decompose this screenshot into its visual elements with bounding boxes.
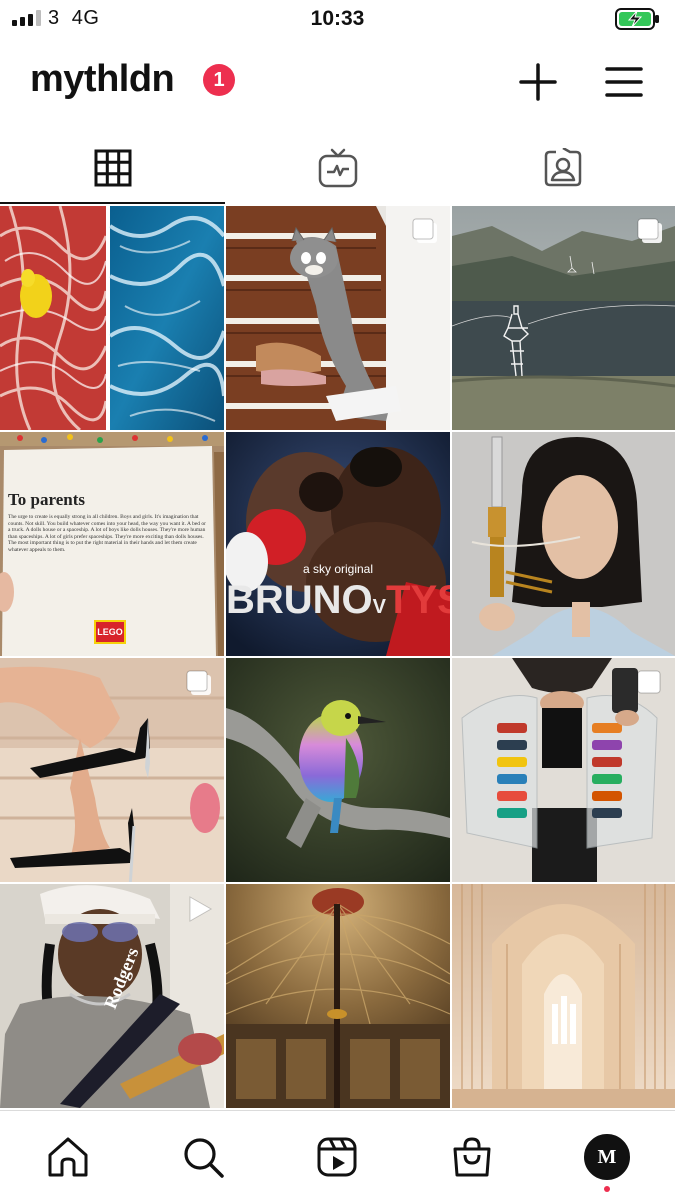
battery-charging-icon (615, 8, 659, 30)
poster-title-mid: V (372, 596, 387, 618)
lego-logo: LEGO (94, 620, 126, 644)
status-bar: 3 4G 10:33 (0, 0, 675, 38)
post-tile-toy-car-jacket[interactable] (452, 658, 675, 882)
tab-posts-grid[interactable] (0, 132, 225, 204)
post-image (452, 884, 675, 1108)
letter-heading: To parents (8, 490, 85, 509)
shop-icon (453, 1137, 491, 1177)
posts-grid: To parents The urge to create is equally… (0, 206, 675, 1110)
profile-username[interactable]: mythldn (30, 58, 175, 101)
multiple-posts-icon (412, 218, 437, 243)
post-tile-roller-bird[interactable] (226, 658, 450, 882)
poster-title-left: BRUNO (226, 578, 373, 622)
post-tile-church-nave[interactable] (452, 884, 675, 1108)
post-tile-red-sand-ocean[interactable] (0, 206, 224, 430)
nav-home-button[interactable] (42, 1131, 94, 1183)
poster-title-right: TYSON (386, 578, 450, 622)
single-post-icon (637, 670, 661, 694)
home-icon (48, 1137, 88, 1177)
tv-icon (318, 148, 357, 188)
nav-search-button[interactable] (177, 1131, 229, 1183)
notification-badge[interactable]: 1 (203, 64, 235, 96)
plus-icon (519, 63, 557, 101)
play-video-icon (189, 896, 213, 922)
post-image (226, 658, 450, 882)
post-tile-nose-device[interactable] (452, 432, 675, 656)
reels-icon (317, 1137, 357, 1177)
tagged-person-icon (544, 148, 581, 187)
menu-button[interactable] (602, 60, 646, 104)
tab-igtv[interactable] (225, 132, 450, 204)
post-tile-guitar-video[interactable]: Rodgers (0, 884, 224, 1108)
post-tile-pylon-figure[interactable] (452, 206, 675, 430)
post-tile-lego-letter[interactable]: To parents The urge to create is equally… (0, 432, 224, 656)
search-icon (184, 1138, 224, 1178)
profile-avatar: M (584, 1134, 630, 1180)
post-image (0, 206, 224, 430)
letter-body: The urge to create is equally strong in … (8, 514, 206, 553)
active-tab-indicator (604, 1186, 610, 1192)
poster-title: BRUNOVTYSON (226, 578, 450, 623)
multiple-posts-icon (637, 218, 662, 243)
profile-tabs (0, 132, 675, 204)
new-post-button[interactable] (516, 60, 560, 104)
nav-reels-button[interactable] (311, 1131, 363, 1183)
status-time: 10:33 (310, 7, 365, 30)
hamburger-menu-icon (605, 67, 643, 97)
post-image (226, 884, 450, 1108)
bottom-navigation: M (0, 1110, 675, 1200)
post-tile-knife-heels[interactable] (0, 658, 224, 882)
nav-shop-button[interactable] (446, 1131, 498, 1183)
letter-text: To parents The urge to create is equally… (8, 490, 208, 553)
poster-tagline: a sky original (302, 562, 374, 576)
post-image (452, 432, 675, 656)
multiple-posts-icon (186, 670, 211, 695)
tab-tagged[interactable] (450, 132, 675, 204)
post-tile-stair-runner[interactable] (226, 206, 450, 430)
post-tile-bruno-tyson-poster[interactable]: a sky original BRUNOVTYSON (226, 432, 450, 656)
post-tile-dome-ceiling[interactable] (226, 884, 450, 1108)
profile-header: mythldn 1 (0, 52, 675, 112)
nav-profile-button[interactable]: M (581, 1131, 633, 1183)
grid-icon (94, 149, 131, 187)
